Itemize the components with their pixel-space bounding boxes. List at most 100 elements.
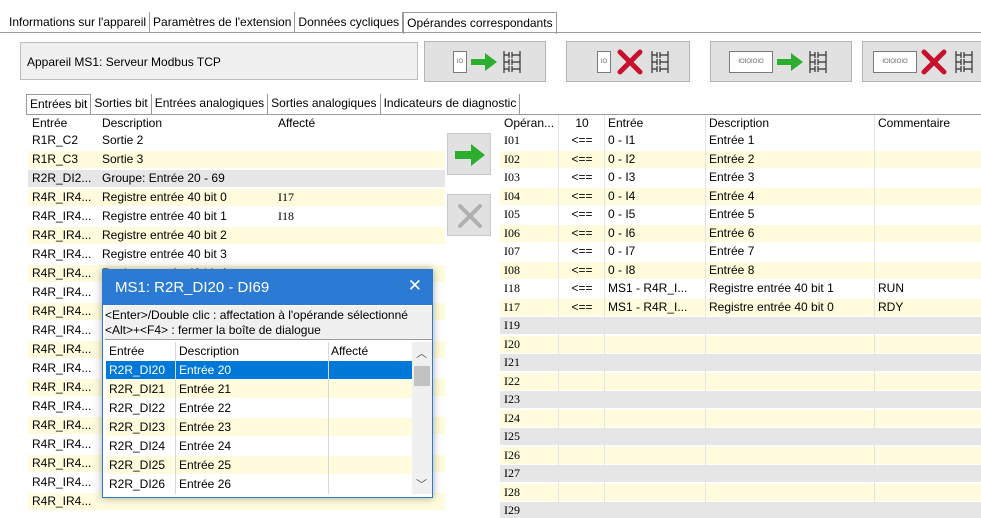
cell-operande: I22: [504, 373, 520, 388]
assign-multiple-button[interactable]: IOIOIOIO: [710, 41, 852, 82]
dialog-help-text: <Enter>/Double clic : affectation à l'op…: [105, 306, 432, 340]
cell-description: Entrée 4: [709, 188, 755, 203]
column-header-entree[interactable]: Entrée: [109, 344, 144, 358]
list-item[interactable]: R2R_DI23 Entrée 23: [106, 418, 412, 436]
table-row[interactable]: I22: [500, 372, 981, 390]
table-row[interactable]: I06 <== 0 - I6 Entrée 6: [500, 224, 981, 242]
table-row[interactable]: R4R_IR4... Registre entrée 40 bit 0 I17: [28, 189, 445, 206]
cell-entree: R4R_IR4...: [32, 494, 92, 508]
cell-operande: I03: [504, 170, 520, 184]
cell-description: Entrée 25: [179, 458, 232, 472]
tab-device-info[interactable]: Informations sur l'appareil: [6, 12, 151, 33]
table-row[interactable]: R1R_C3 Sortie 3: [28, 151, 445, 168]
cell-operande: I05: [504, 207, 520, 221]
tab-cyclic-data[interactable]: Données cycliques: [295, 12, 404, 33]
table-row[interactable]: I08 <== 0 - I8 Entrée 8: [500, 261, 981, 279]
cell-operande: I02: [504, 151, 520, 166]
table-row[interactable]: I05 <== 0 - I5 Entrée 5: [500, 206, 981, 223]
ladder-icon: [809, 51, 827, 73]
cell-entree: R4R_IR4...: [32, 323, 92, 337]
io-icon: IO: [597, 51, 611, 73]
cell-operande: I07: [504, 244, 520, 258]
table-header: Entrée Description Affecté: [106, 342, 412, 360]
column-header-description[interactable]: Description: [709, 116, 871, 130]
tab-analog-outputs[interactable]: Sorties analogiques: [268, 94, 381, 114]
assign-single-button[interactable]: IO: [424, 41, 546, 82]
cell-entree: R4R_IR4...: [32, 418, 92, 432]
table-row[interactable]: I20: [500, 335, 981, 353]
close-icon[interactable]: ✕: [408, 276, 422, 296]
table-row[interactable]: I29: [500, 502, 981, 518]
tab-analog-inputs[interactable]: Entrées analogiques: [152, 94, 269, 114]
column-header-entree[interactable]: Entrée: [608, 116, 706, 130]
red-cross-icon: [921, 49, 947, 75]
tab-diagnostic-flags[interactable]: Indicateurs de diagnostic: [381, 94, 521, 114]
table-row[interactable]: I04 <== 0 - I4 Entrée 4: [500, 187, 981, 205]
table-row[interactable]: I03 <== 0 - I3 Entrée 3: [500, 169, 981, 186]
column-header-io[interactable]: 10: [562, 116, 602, 130]
column-header-entree[interactable]: Entrée: [32, 116, 100, 130]
column-header-commentaire[interactable]: Commentaire: [878, 116, 978, 130]
table-row[interactable]: I25: [500, 428, 981, 445]
table-row[interactable]: R4R_IR4... Registre entrée 40 bit 1 I18: [28, 208, 445, 225]
help-line-close: <Alt>+<F4> : fermer la boîte de dialogue: [105, 323, 321, 337]
dialog-scrollbar[interactable]: ︿ ﹀: [412, 342, 432, 494]
column-divider: [604, 115, 605, 518]
table-row[interactable]: I23: [500, 391, 981, 408]
remove-multiple-button[interactable]: IOIOIOIO: [862, 41, 981, 82]
table-row[interactable]: I18 <== MS1 - R4R_I... Registre entrée 40 b…: [500, 280, 981, 297]
table-row[interactable]: R2R_DI2... Groupe: Entrée 20 - 69: [28, 170, 445, 187]
unassign-button[interactable]: [447, 194, 491, 236]
table-row[interactable]: I26: [500, 446, 981, 464]
tab-bit-outputs[interactable]: Sorties bit: [91, 94, 152, 114]
column-header-operande[interactable]: Opéran...: [504, 116, 556, 130]
list-item[interactable]: R2R_DI24 Entrée 24: [106, 437, 412, 455]
cell-entree: R2R_DI21: [109, 382, 166, 396]
list-item[interactable]: R2R_DI20 Entrée 20: [106, 361, 412, 379]
io-multi-icon: IOIOIOIO: [873, 51, 917, 73]
ladder-icon: [503, 51, 521, 73]
table-row[interactable]: I02 <== 0 - I2 Entrée 2: [500, 150, 981, 168]
table-row[interactable]: R1R_C2 Sortie 2: [28, 132, 445, 149]
cell-entree: R4R_IR4...: [32, 285, 92, 299]
column-header-description[interactable]: Description: [179, 344, 239, 358]
cell-operande: I01: [504, 133, 520, 147]
table-row[interactable]: I24: [500, 409, 981, 427]
cell-entree: R2R_DI25: [109, 458, 166, 472]
dialog-title: MS1: R2R_DI20 - DI69: [115, 279, 270, 296]
scrollbar-thumb[interactable]: [414, 366, 430, 386]
assign-button[interactable]: [447, 133, 491, 175]
cell-commentaire: RDY: [878, 299, 904, 314]
cell-description: Entrée 7: [709, 244, 755, 258]
list-item[interactable]: R2R_DI21 Entrée 21: [106, 380, 412, 398]
cell-description: Entrée 23: [179, 420, 232, 434]
table-row[interactable]: I17 <== MS1 - R4R_I... Registre entrée 40 b…: [500, 298, 981, 316]
chevron-down-icon[interactable]: ﹀: [416, 476, 427, 492]
list-item[interactable]: R2R_DI22 Entrée 22: [106, 399, 412, 417]
chevron-up-icon[interactable]: ︿: [416, 345, 427, 361]
list-item[interactable]: R2R_DI25 Entrée 25: [106, 456, 412, 474]
table-row[interactable]: I19: [500, 317, 981, 334]
table-row[interactable]: I21: [500, 354, 981, 371]
cell-entree: R4R_IR4...: [32, 361, 92, 375]
table-row[interactable]: I01 <== 0 - I1 Entrée 1: [500, 132, 981, 149]
help-line-enter: <Enter>/Double clic : affectation à l'op…: [105, 308, 408, 322]
column-header-affecte[interactable]: Affecté: [331, 344, 368, 358]
tab-corresponding-operands[interactable]: Opérandes correspondants: [403, 12, 557, 34]
cell-dir: <==: [571, 188, 593, 203]
cell-entree: R4R_IR4...: [32, 266, 92, 280]
table-row[interactable]: R4R_IR4... Registre entrée 40 bit 2: [28, 227, 445, 244]
table-row[interactable]: I28: [500, 483, 981, 501]
table-row[interactable]: R4R_IR4... Registre entrée 40 bit 3: [28, 246, 445, 263]
cell-dir: <==: [571, 262, 593, 277]
column-header-affecte[interactable]: Affecté: [278, 116, 438, 130]
tab-extension-params[interactable]: Paramètres de l'extension: [150, 12, 296, 33]
remove-single-button[interactable]: IO: [566, 41, 690, 82]
tab-bit-inputs[interactable]: Entrées bit: [26, 94, 92, 114]
list-item[interactable]: R2R_DI26 Entrée 26: [106, 475, 412, 493]
column-divider: [328, 342, 329, 494]
cell-description: Entrée 24: [179, 439, 232, 453]
table-row[interactable]: I07 <== 0 - I7 Entrée 7: [500, 243, 981, 260]
table-row[interactable]: I27: [500, 465, 981, 482]
column-header-description[interactable]: Description: [102, 116, 274, 130]
